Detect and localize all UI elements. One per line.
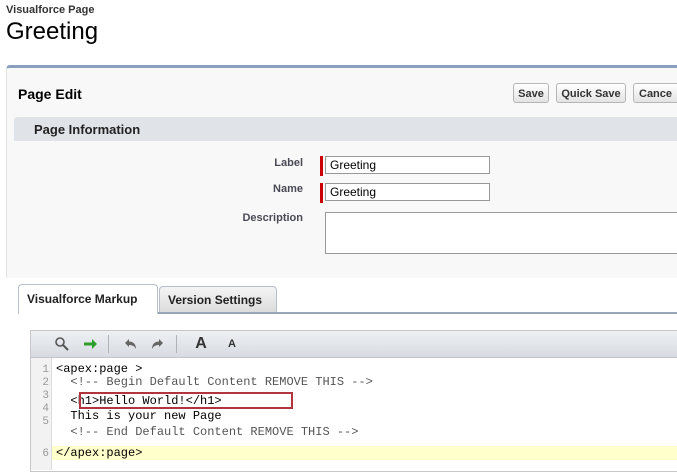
go-to-line-icon[interactable]: [80, 331, 100, 357]
required-marker: [320, 156, 323, 176]
quick-save-button[interactable]: Quick Save: [556, 83, 626, 103]
required-marker: [320, 183, 323, 203]
toolbar-separator: [176, 335, 177, 353]
description-field[interactable]: [325, 212, 677, 254]
line-number: 6: [42, 448, 49, 460]
font-size-increase-icon[interactable]: A: [191, 331, 211, 357]
redo-icon[interactable]: [148, 331, 168, 357]
cancel-button[interactable]: Cance: [633, 83, 677, 103]
page-block-title: Page Edit: [18, 86, 82, 102]
line-number: 3: [42, 390, 49, 402]
font-size-decrease-icon[interactable]: A: [222, 331, 242, 357]
label-field-label: Label: [274, 157, 303, 169]
code-line[interactable]: </apex:page>: [56, 447, 142, 460]
undo-icon[interactable]: [120, 331, 140, 357]
search-icon[interactable]: [52, 331, 72, 357]
code-line[interactable]: This is your new Page: [56, 410, 221, 423]
name-field-label: Name: [273, 183, 303, 195]
code-line[interactable]: <!-- End Default Content REMOVE THIS -->: [56, 426, 358, 439]
page-title: Greeting: [6, 18, 99, 45]
code-line[interactable]: <!-- Begin Default Content REMOVE THIS -…: [56, 376, 372, 389]
line-number: 1: [42, 364, 49, 376]
active-line-highlight: [52, 446, 677, 460]
toolbar-separator: [108, 335, 109, 353]
line-number: 4: [42, 403, 49, 415]
tab-version-settings[interactable]: Version Settings: [159, 286, 277, 312]
highlight-annotation-box: [79, 392, 293, 409]
line-number: 2: [42, 377, 49, 389]
save-button[interactable]: Save: [513, 83, 549, 103]
section-title: Page Information: [34, 122, 141, 137]
description-field-label: Description: [242, 212, 303, 224]
label-field[interactable]: [325, 156, 490, 174]
breadcrumb: Visualforce Page: [6, 4, 95, 16]
name-field[interactable]: [325, 183, 490, 201]
line-number: 5: [42, 416, 49, 428]
tab-visualforce-markup[interactable]: Visualforce Markup: [18, 284, 158, 314]
